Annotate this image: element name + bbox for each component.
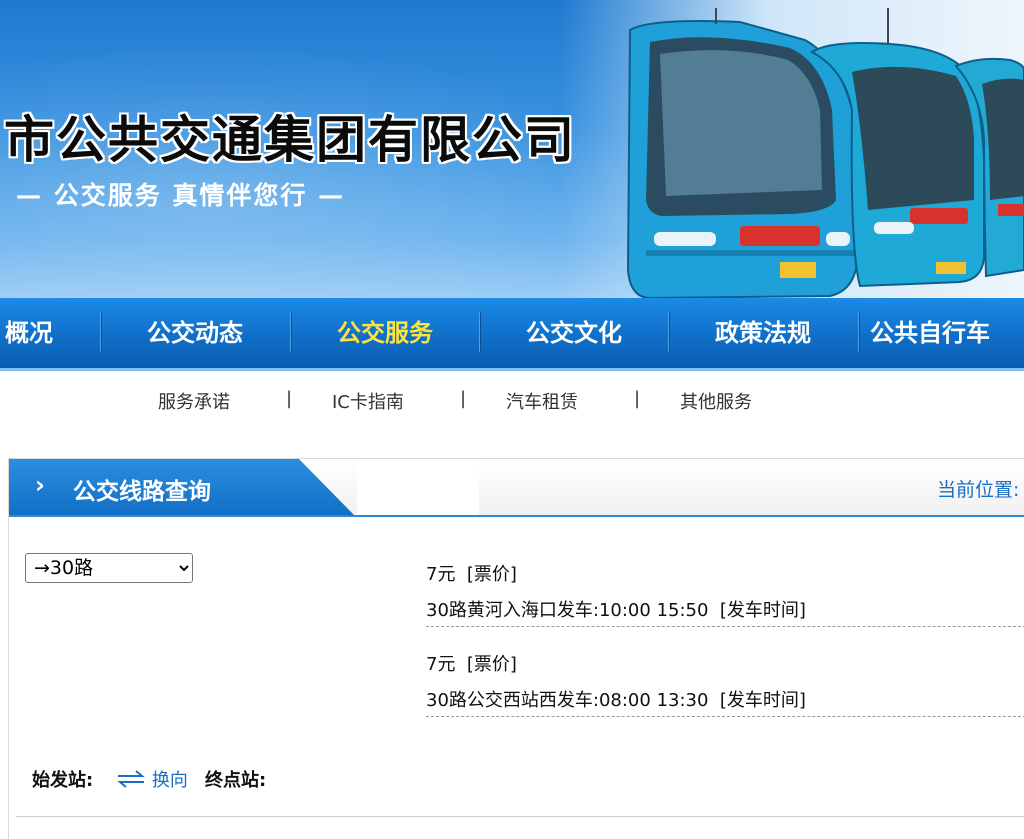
nav-item-policies[interactable]: 政策法规 <box>670 298 856 368</box>
subnav-item-ic-card[interactable]: IC卡指南 <box>332 388 404 414</box>
fare-tag: [票价] <box>466 564 517 585</box>
nav-item-overview[interactable]: 概况 <box>0 298 64 368</box>
swap-label: 换向 <box>151 770 188 791</box>
nav-item-bus-culture[interactable]: 公交文化 <box>481 298 667 368</box>
bottom-divider <box>16 816 1024 817</box>
route-select[interactable]: →30路 <box>25 553 193 583</box>
departure-tag: [发车时间] <box>719 690 806 711</box>
station-row: 始发站: 换向 终点站: <box>32 766 266 792</box>
departure-line: 30路公交西站西发车:08:00 13:30 [发车时间] <box>426 686 806 712</box>
panel-header: › 公交线路查询 当前位置: <box>9 459 1024 517</box>
nav-item-public-bike[interactable]: 公共自行车 <box>870 298 1024 368</box>
nav-separator <box>479 312 480 352</box>
dotted-divider <box>426 626 1024 627</box>
subnav-item-other-services[interactable]: 其他服务 <box>680 388 752 414</box>
bus-front <box>626 20 860 298</box>
swap-arrows-icon <box>117 770 145 788</box>
nav-separator <box>290 312 291 352</box>
nav-item-bus-news[interactable]: 公交动态 <box>102 298 288 368</box>
fare-line: 7元 [票价] <box>426 560 517 586</box>
subnav-item-service-promise[interactable]: 服务承诺 <box>158 388 230 414</box>
panel-title-tab: › 公交线路查询 <box>9 459 354 515</box>
chevron-right-icon: › <box>35 471 45 499</box>
subnav-separator: | <box>286 388 293 409</box>
nav-separator <box>858 312 859 352</box>
departure-tag: [发车时间] <box>719 600 806 621</box>
breadcrumb: 当前位置: <box>937 479 1020 501</box>
fare-tag: [票价] <box>466 654 517 675</box>
subnav-item-car-rental[interactable]: 汽车租赁 <box>506 388 578 414</box>
departure-text: 30路黄河入海口发车:10:00 15:50 <box>426 600 709 621</box>
swap-direction-button[interactable]: 换向 <box>116 770 193 791</box>
subnav-separator: | <box>634 388 641 409</box>
subnav-separator: | <box>460 388 467 409</box>
panel-title: 公交线路查询 <box>73 479 211 505</box>
sub-nav: 服务承诺 | IC卡指南 | 汽车租赁 | 其他服务 <box>0 388 1024 416</box>
site-slogan: — 公交服务 真情伴您行 — <box>16 181 346 210</box>
main-nav: 概况 公交动态 公交服务 公交文化 政策法规 公共自行车 <box>0 298 1024 371</box>
fare-line: 7元 [票价] <box>426 650 517 676</box>
bus-image <box>626 8 1024 298</box>
nav-separator <box>100 312 101 352</box>
nav-separator <box>668 312 669 352</box>
dotted-divider <box>426 716 1024 717</box>
departure-text: 30路公交西站西发车:08:00 13:30 <box>426 690 709 711</box>
site-banner: 市公共交通集团有限公司 — 公交服务 真情伴您行 — <box>0 0 1024 298</box>
departure-line: 30路黄河入海口发车:10:00 15:50 [发车时间] <box>426 596 806 622</box>
start-station-label: 始发站: <box>32 770 94 791</box>
site-title: 市公共交通集团有限公司 <box>4 111 576 169</box>
fare-value: 7元 <box>426 654 456 675</box>
fare-value: 7元 <box>426 564 456 585</box>
end-station-label: 终点站: <box>205 770 267 791</box>
nav-item-bus-service[interactable]: 公交服务 <box>292 298 478 368</box>
